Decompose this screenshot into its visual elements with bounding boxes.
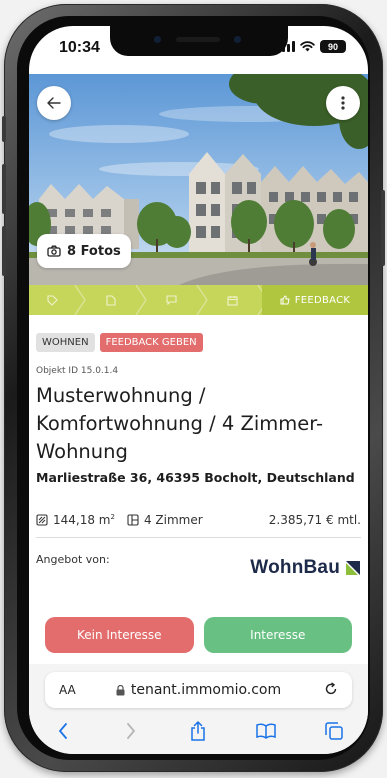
- area-value: 144,18 m2: [53, 513, 115, 527]
- volume-up-button: [2, 164, 6, 214]
- mute-switch: [2, 116, 6, 142]
- progress-steps: FEEDBACK: [29, 285, 368, 315]
- active-step-label: FEEDBACK: [294, 294, 351, 306]
- calendar-icon: [227, 295, 238, 306]
- logo-mark-icon: [346, 561, 360, 575]
- back-button[interactable]: [37, 86, 71, 120]
- tabs-button[interactable]: [319, 718, 349, 744]
- url-text: tenant.immomio.com: [130, 682, 282, 698]
- tag-feedback-geben: FEEDBACK GEBEN: [99, 333, 203, 352]
- wifi-icon: [300, 41, 315, 52]
- notch: [110, 26, 288, 56]
- browser-back-button[interactable]: [48, 718, 78, 744]
- rooms-value: 4 Zimmer: [143, 513, 203, 527]
- listing-title: Musterwohnung / Komfortwohnung / 4 Zimme…: [36, 384, 324, 463]
- chevron-right-icon: [126, 723, 135, 739]
- tag-icon: [46, 294, 58, 306]
- share-button[interactable]: [183, 718, 213, 744]
- photos-count-label: 8 Fotos: [67, 243, 121, 259]
- listing-scroll-area[interactable]: 8 Fotos FEEDBACK WOHNEN FEEDBACK GEBEN O…: [29, 74, 368, 622]
- reload-icon: [325, 681, 337, 694]
- camera-icon: [47, 245, 61, 257]
- reload-button[interactable]: [324, 681, 338, 700]
- lock-icon: [116, 684, 125, 695]
- rooms-fact: 4 Zimmer: [127, 513, 203, 527]
- floorplan-icon: [127, 514, 139, 526]
- tag-wohnen: WOHNEN: [36, 333, 95, 352]
- thumbs-up-icon: [280, 295, 290, 305]
- area-fact: 144,18 m2: [36, 513, 115, 527]
- provider-logo-text: WohnBau: [250, 557, 340, 578]
- arrow-left-icon: [47, 97, 61, 109]
- share-icon: [191, 721, 206, 741]
- area-icon: [36, 514, 48, 526]
- offer-section: Angebot von: WohnBau: [36, 553, 361, 579]
- screen: 10:34 90 8 Fotos FEEDBACK WOHNEN FEEDBAC…: [29, 26, 368, 754]
- url-display[interactable]: tenant.immomio.com: [45, 682, 352, 698]
- listing-address: Marliestraße 36, 46395 Bocholt, Deutschl…: [36, 470, 355, 485]
- chat-icon: [166, 295, 177, 305]
- power-button: [381, 190, 385, 266]
- tabs-icon: [325, 722, 343, 740]
- hero-image[interactable]: 8 Fotos: [29, 74, 368, 285]
- status-time: 10:34: [59, 39, 100, 56]
- offer-label: Angebot von:: [36, 553, 110, 566]
- action-bar: Kein Interesse Interesse: [29, 610, 368, 664]
- camera-dot: [154, 36, 161, 43]
- bookmarks-button[interactable]: [251, 718, 281, 744]
- price-value: 2.385,71 € mtl.: [268, 513, 361, 527]
- battery-icon: 90: [320, 40, 346, 53]
- step-chat: [146, 285, 197, 315]
- more-options-button[interactable]: [326, 86, 360, 120]
- chevron-left-icon: [58, 723, 67, 739]
- photos-button[interactable]: 8 Fotos: [37, 234, 131, 268]
- tag-list: WOHNEN FEEDBACK GEBEN: [36, 333, 361, 352]
- book-icon: [256, 723, 277, 739]
- more-vertical-icon: [341, 96, 345, 110]
- provider-logo: WohnBau: [250, 557, 361, 579]
- step-document: [85, 285, 136, 315]
- browser-toolbar: [29, 716, 368, 754]
- step-feedback-active: FEEDBACK: [262, 285, 368, 315]
- step-calendar: [207, 285, 258, 315]
- speaker-grille: [176, 37, 220, 42]
- camera-dot: [234, 36, 241, 43]
- browser-address-bar: AA tenant.immomio.com: [29, 664, 368, 716]
- step-tag: [29, 285, 75, 315]
- listing-details: WOHNEN FEEDBACK GEBEN Objekt ID 15.0.1.4…: [29, 315, 368, 579]
- interest-button[interactable]: Interesse: [203, 617, 352, 653]
- no-interest-button[interactable]: Kein Interesse: [45, 617, 194, 653]
- url-field[interactable]: AA tenant.immomio.com: [45, 672, 352, 708]
- divider: [36, 537, 361, 538]
- object-id: Objekt ID 15.0.1.4: [36, 366, 119, 376]
- volume-down-button: [2, 226, 6, 276]
- browser-forward-button[interactable]: [116, 718, 146, 744]
- key-facts: 144,18 m2 4 Zimmer 2.385,71 € mtl.: [36, 513, 361, 527]
- document-icon: [105, 294, 116, 306]
